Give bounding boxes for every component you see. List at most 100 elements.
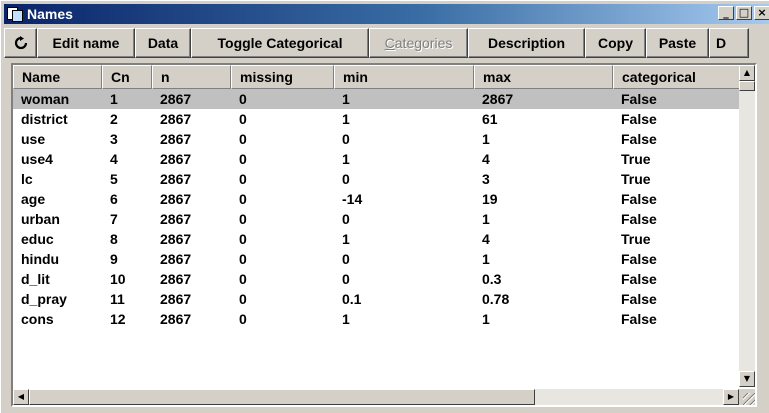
cell-missing[interactable]: 0 bbox=[231, 289, 334, 309]
cell-min[interactable]: 1 bbox=[334, 109, 474, 129]
cell-n[interactable]: 2867 bbox=[152, 129, 231, 149]
cell-n[interactable]: 2867 bbox=[152, 269, 231, 289]
categories-button[interactable]: Categories bbox=[369, 28, 468, 58]
table-row[interactable]: d_lit 10 2867 0 0 0.3 False bbox=[13, 269, 741, 289]
cell-missing[interactable]: 0 bbox=[231, 109, 334, 129]
cell-categorical[interactable]: False bbox=[613, 189, 741, 209]
table-row[interactable]: educ 8 2867 0 1 4 True bbox=[13, 229, 741, 249]
cell-n[interactable]: 2867 bbox=[152, 189, 231, 209]
cell-n[interactable]: 2867 bbox=[152, 109, 231, 129]
cell-cn[interactable]: 6 bbox=[102, 189, 152, 209]
cell-max[interactable]: 1 bbox=[474, 249, 613, 269]
paste-button[interactable]: Paste bbox=[646, 28, 709, 58]
cell-cn[interactable]: 8 bbox=[102, 229, 152, 249]
close-button[interactable]: × bbox=[754, 6, 769, 20]
resize-corner[interactable] bbox=[739, 389, 755, 405]
cell-cn[interactable]: 1 bbox=[102, 89, 152, 109]
cell-cn[interactable]: 12 bbox=[102, 309, 152, 329]
column-header-missing[interactable]: missing bbox=[231, 65, 334, 89]
cell-name[interactable]: use4 bbox=[13, 149, 102, 169]
edit-name-button[interactable]: Edit name bbox=[37, 28, 135, 58]
cell-n[interactable]: 2867 bbox=[152, 89, 231, 109]
refresh-button[interactable] bbox=[4, 28, 37, 58]
column-header-max[interactable]: max bbox=[474, 65, 613, 89]
cell-max[interactable]: 4 bbox=[474, 229, 613, 249]
cell-cn[interactable]: 7 bbox=[102, 209, 152, 229]
cell-n[interactable]: 2867 bbox=[152, 149, 231, 169]
cell-name[interactable]: lc bbox=[13, 169, 102, 189]
minimize-button[interactable]: _ bbox=[718, 6, 734, 20]
cell-missing[interactable]: 0 bbox=[231, 229, 334, 249]
cell-name[interactable]: cons bbox=[13, 309, 102, 329]
cell-cn[interactable]: 5 bbox=[102, 169, 152, 189]
cell-min[interactable]: 1 bbox=[334, 309, 474, 329]
cell-categorical[interactable]: False bbox=[613, 209, 741, 229]
cell-cn[interactable]: 9 bbox=[102, 249, 152, 269]
cell-categorical[interactable]: False bbox=[613, 129, 741, 149]
cell-name[interactable]: d_pray bbox=[13, 289, 102, 309]
cell-categorical[interactable]: True bbox=[613, 149, 741, 169]
cell-categorical[interactable]: False bbox=[613, 269, 741, 289]
cell-cn[interactable]: 10 bbox=[102, 269, 152, 289]
cell-name[interactable]: woman bbox=[13, 89, 102, 109]
description-button[interactable]: Description bbox=[468, 28, 585, 58]
cell-max[interactable]: 1 bbox=[474, 209, 613, 229]
vertical-scrollbar[interactable]: ▲ ▼ bbox=[739, 65, 755, 387]
cell-n[interactable]: 2867 bbox=[152, 209, 231, 229]
names-grid[interactable]: Name Cn n missing min max categorical wo… bbox=[11, 63, 757, 407]
table-row[interactable]: hindu 9 2867 0 0 1 False bbox=[13, 249, 741, 269]
cell-min[interactable]: 0 bbox=[334, 209, 474, 229]
cell-categorical[interactable]: True bbox=[613, 229, 741, 249]
cell-n[interactable]: 2867 bbox=[152, 289, 231, 309]
cell-categorical[interactable]: True bbox=[613, 169, 741, 189]
cell-name[interactable]: age bbox=[13, 189, 102, 209]
cell-missing[interactable]: 0 bbox=[231, 189, 334, 209]
cell-n[interactable]: 2867 bbox=[152, 249, 231, 269]
table-row[interactable]: use4 4 2867 0 1 4 True bbox=[13, 149, 741, 169]
cell-name[interactable]: d_lit bbox=[13, 269, 102, 289]
cell-max[interactable]: 1 bbox=[474, 309, 613, 329]
vertical-scroll-thumb[interactable] bbox=[739, 81, 755, 91]
cell-min[interactable]: 1 bbox=[334, 89, 474, 109]
cell-missing[interactable]: 0 bbox=[231, 309, 334, 329]
cell-min[interactable]: 0 bbox=[334, 169, 474, 189]
cell-name[interactable]: educ bbox=[13, 229, 102, 249]
column-header-n[interactable]: n bbox=[152, 65, 231, 89]
cell-cn[interactable]: 4 bbox=[102, 149, 152, 169]
cell-max[interactable]: 61 bbox=[474, 109, 613, 129]
cell-max[interactable]: 2867 bbox=[474, 89, 613, 109]
more-toolbar-button[interactable]: D bbox=[709, 28, 749, 58]
cell-categorical[interactable]: False bbox=[613, 289, 741, 309]
data-button[interactable]: Data bbox=[135, 28, 191, 58]
cell-min[interactable]: 0.1 bbox=[334, 289, 474, 309]
cell-missing[interactable]: 0 bbox=[231, 209, 334, 229]
cell-categorical[interactable]: False bbox=[613, 109, 741, 129]
cell-missing[interactable]: 0 bbox=[231, 169, 334, 189]
cell-missing[interactable]: 0 bbox=[231, 89, 334, 109]
table-row[interactable]: d_pray 11 2867 0 0.1 0.78 False bbox=[13, 289, 741, 309]
cell-name[interactable]: urban bbox=[13, 209, 102, 229]
cell-name[interactable]: use bbox=[13, 129, 102, 149]
cell-max[interactable]: 1 bbox=[474, 129, 613, 149]
cell-max[interactable]: 0.78 bbox=[474, 289, 613, 309]
cell-max[interactable]: 0.3 bbox=[474, 269, 613, 289]
column-header-cn[interactable]: Cn bbox=[102, 65, 152, 89]
cell-missing[interactable]: 0 bbox=[231, 129, 334, 149]
cell-min[interactable]: 1 bbox=[334, 149, 474, 169]
cell-cn[interactable]: 2 bbox=[102, 109, 152, 129]
toggle-categorical-button[interactable]: Toggle Categorical bbox=[191, 28, 369, 58]
maximize-button[interactable]: □ bbox=[736, 6, 752, 20]
cell-min[interactable]: 1 bbox=[334, 229, 474, 249]
table-row[interactable]: age 6 2867 0 -14 19 False bbox=[13, 189, 741, 209]
cell-n[interactable]: 2867 bbox=[152, 169, 231, 189]
scroll-right-button[interactable]: ▶ bbox=[723, 389, 739, 405]
cell-n[interactable]: 2867 bbox=[152, 229, 231, 249]
column-header-min[interactable]: min bbox=[334, 65, 474, 89]
horizontal-scrollbar[interactable]: ◀ ▶ bbox=[13, 389, 739, 405]
cell-categorical[interactable]: False bbox=[613, 249, 741, 269]
table-row[interactable]: use 3 2867 0 0 1 False bbox=[13, 129, 741, 149]
cell-missing[interactable]: 0 bbox=[231, 149, 334, 169]
cell-missing[interactable]: 0 bbox=[231, 269, 334, 289]
cell-name[interactable]: hindu bbox=[13, 249, 102, 269]
table-row[interactable]: district 2 2867 0 1 61 False bbox=[13, 109, 741, 129]
